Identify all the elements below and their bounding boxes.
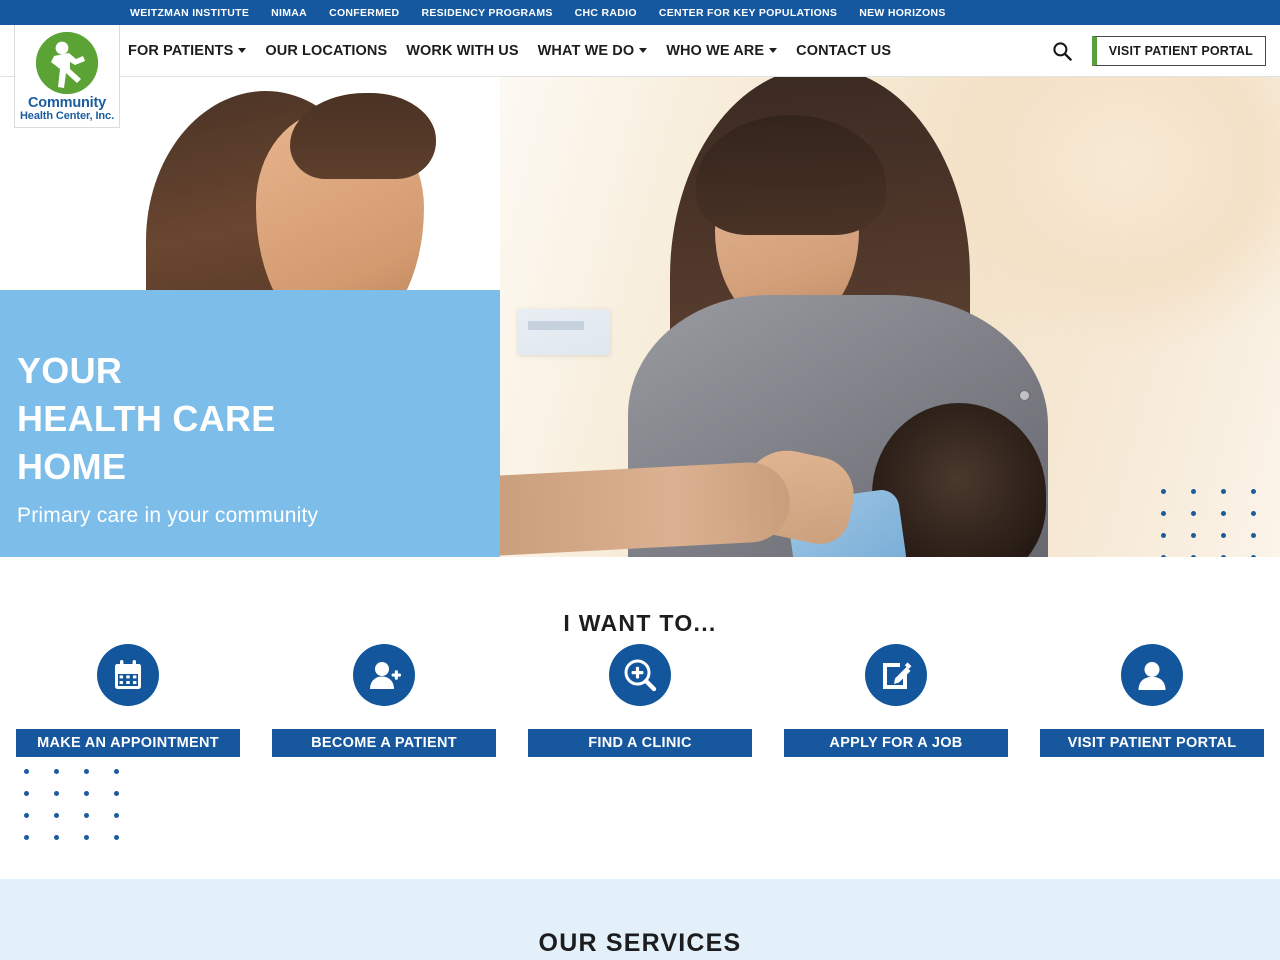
quick-action-tiles: MAKE AN APPOINTMENT BECOME A PATIENT FIN… [0,644,1280,757]
tile-find-a-clinic[interactable]: FIND A CLINIC [512,644,768,757]
person-add-icon [353,644,415,706]
tile-label-apply-for-a-job: APPLY FOR A JOB [784,729,1008,757]
decorative-dot-grid-left [24,769,119,857]
decorative-dot-grid-right [1161,489,1256,557]
utility-topbar: WEITZMAN INSTITUTE NIMAA CONFERMED RESID… [0,0,1280,25]
nav-item-what-we-do[interactable]: WHAT WE DO [538,43,648,59]
tile-label-visit-patient-portal: VISIT PATIENT PORTAL [1040,729,1264,757]
nav-item-work-with-us[interactable]: WORK WITH US [406,43,518,59]
logo-wordmark: Community Health Center, Inc. [19,95,115,123]
nav-item-our-locations[interactable]: OUR LOCATIONS [265,43,387,59]
tile-apply-for-a-job[interactable]: APPLY FOR A JOB [768,644,1024,757]
our-services-title: OUR SERVICES [538,929,742,957]
topbar-link-confermed[interactable]: CONFERMED [329,7,399,19]
our-services-section: OUR SERVICES [0,879,1280,960]
tile-become-a-patient[interactable]: BECOME A PATIENT [256,644,512,757]
nav-item-contact-us[interactable]: CONTACT US [796,43,891,59]
hero-heading: YOUR HEALTH CARE HOME [17,347,500,491]
nav-label-what-we-do: WHAT WE DO [537,42,635,59]
hero-supporting-arm [500,460,792,557]
hero-heading-line-3: HOME [17,445,127,487]
topbar-link-new-horizons[interactable]: NEW HORIZONS [859,7,945,19]
tile-label-find-a-clinic: FIND A CLINIC [528,729,752,757]
nav-label-for-patients: FOR PATIENTS [128,42,234,59]
i-want-to-title: I WANT TO... [563,610,717,636]
nav-label-contact-us: CONTACT US [796,42,892,59]
i-want-to-section: I WANT TO... MAKE AN APPOINTMENT BECOME … [0,557,1280,879]
hero-photo-mother-and-baby [500,77,1280,557]
tile-label-become-a-patient: BECOME A PATIENT [272,729,496,757]
nav-links: FOR PATIENTS OUR LOCATIONS WORK WITH US … [128,43,891,59]
search-plus-icon [609,644,671,706]
chevron-down-icon [639,48,648,53]
nav-label-work-with-us: WORK WITH US [406,42,519,59]
hero-heading-line-2: HEALTH CARE [17,397,276,439]
topbar-link-nimaa[interactable]: NIMAA [271,7,307,19]
logo-line-2: Health Center, Inc. [19,110,115,123]
chevron-down-icon [769,48,778,53]
hero-subheading: Primary care in your community [17,503,319,527]
pencil-square-icon [865,644,927,706]
search-icon[interactable] [1052,41,1072,61]
hero-text-overlay: YOUR HEALTH CARE HOME Primary care in yo… [0,290,500,557]
nav-item-who-we-are[interactable]: WHO WE ARE [666,42,778,59]
nav-label-our-locations: OUR LOCATIONS [265,42,388,59]
topbar-link-residency-programs[interactable]: RESIDENCY PROGRAMS [421,7,552,19]
user-avatar-icon [1121,644,1183,706]
hero-wall-panel [518,309,610,355]
logo-line-1: Community [28,95,106,111]
nav-item-for-patients[interactable]: FOR PATIENTS [128,42,247,59]
topbar-link-center-key-populations[interactable]: CENTER FOR KEY POPULATIONS [659,7,837,19]
nav-label-who-we-are: WHO WE ARE [666,42,765,59]
site-logo[interactable]: Community Health Center, Inc. [14,25,120,128]
tile-make-an-appointment[interactable]: MAKE AN APPOINTMENT [0,644,256,757]
visit-patient-portal-button[interactable]: VISIT PATIENT PORTAL [1091,35,1266,66]
tile-visit-patient-portal[interactable]: VISIT PATIENT PORTAL [1024,644,1280,757]
hero-heading-line-1: YOUR [17,350,123,391]
calendar-icon [97,644,159,706]
hero-section: YOUR HEALTH CARE HOME Primary care in yo… [0,77,1280,557]
tile-label-make-an-appointment: MAKE AN APPOINTMENT [16,729,240,757]
topbar-link-chc-radio[interactable]: CHC RADIO [575,7,637,19]
topbar-link-weitzman[interactable]: WEITZMAN INSTITUTE [130,7,249,19]
chevron-down-icon [238,48,247,53]
running-figure-icon [36,32,98,94]
blouse-button [1020,391,1029,400]
main-navbar: Community Health Center, Inc. FOR PATIEN… [0,25,1280,128]
nav-right-group: VISIT PATIENT PORTAL [1052,35,1266,66]
